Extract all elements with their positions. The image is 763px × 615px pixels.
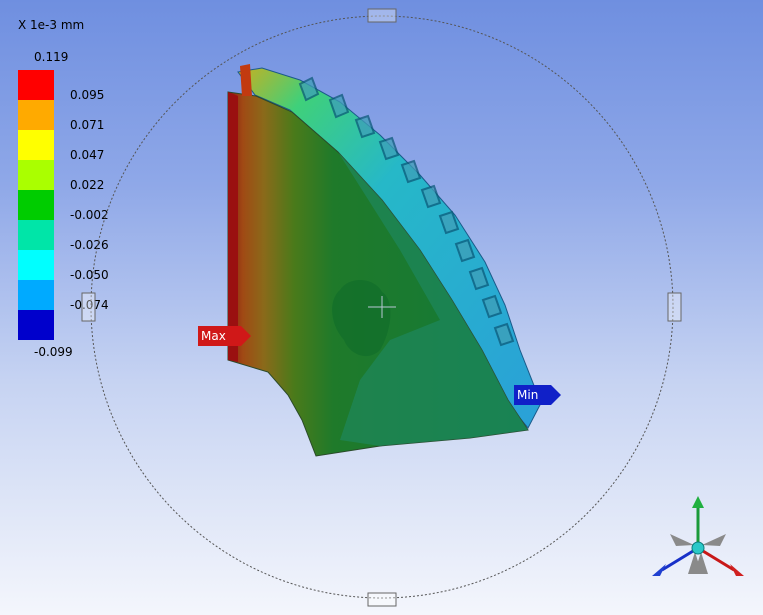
- rotation-handle-right[interactable]: [667, 292, 682, 322]
- max-probe-label[interactable]: Max: [198, 326, 251, 346]
- rotation-handle-left[interactable]: [81, 292, 96, 322]
- triad-origin[interactable]: [691, 541, 705, 555]
- y-axis-arrow-icon: [692, 496, 704, 508]
- model-viewport[interactable]: [0, 0, 763, 615]
- part-edge-max: [228, 92, 238, 362]
- rotation-handle-top[interactable]: [367, 8, 397, 23]
- rotation-handle-bottom[interactable]: [367, 592, 397, 607]
- min-probe-label[interactable]: Min: [514, 385, 561, 405]
- axis-triad[interactable]: [652, 496, 744, 576]
- part-tab: [240, 64, 252, 96]
